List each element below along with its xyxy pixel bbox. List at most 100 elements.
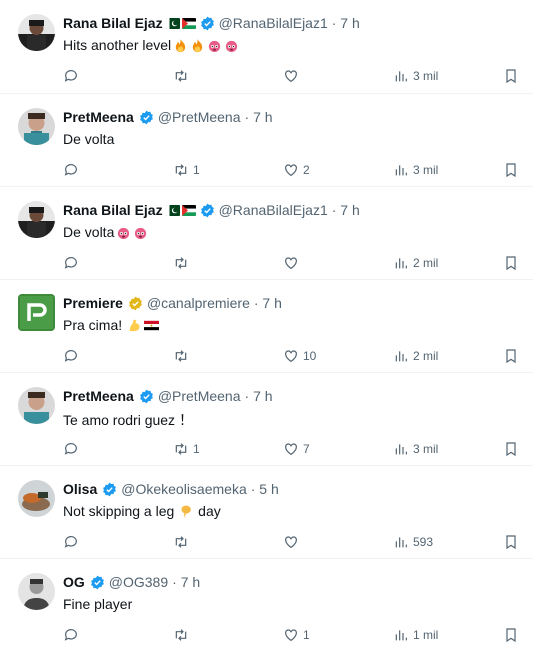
avatar[interactable] [18,201,55,238]
tweet-time[interactable]: · 7 h [254,295,282,311]
tweet-actions: 593 [63,532,519,552]
tweet-text: Hits another level [63,37,239,53]
views-button[interactable]: 2 mil [393,253,438,273]
author-handle[interactable]: @PretMeena [158,109,241,125]
views-button[interactable]: 3 mil [393,160,438,180]
avatar[interactable] [18,480,55,517]
like-button[interactable]: 1 [283,625,310,645]
reply-button[interactable] [63,625,83,645]
verified-badge-icon [139,389,153,403]
author-name[interactable]: Rana Bilal Ejaz [63,15,163,31]
tweet-time[interactable]: · 7 h [245,109,273,125]
tweet[interactable]: Rana Bilal Ejaz @RanaBilalEjaz1 · 7 h Hi… [0,0,533,94]
author-name[interactable]: Olisa [63,481,97,497]
reply-button[interactable] [63,346,83,366]
author-handle[interactable]: @Okekeolisaemeka [121,481,247,497]
like-button[interactable]: 7 [283,439,310,459]
tweet-time[interactable]: · 7 h [332,202,360,218]
tweet[interactable]: PretMeena @PretMeena · 7 h De volta 1 2 … [0,94,533,187]
reply-icon [64,70,77,82]
author-handle[interactable]: @canalpremiere [147,295,250,311]
avatar[interactable] [18,14,55,51]
like-count: 10 [303,349,317,363]
bookmark-button[interactable] [503,532,519,552]
tweet[interactable]: PretMeena @PretMeena · 7 h Te amo rodri … [0,373,533,466]
views-chart-icon [395,351,407,362]
like-button[interactable] [283,532,303,552]
author-name[interactable]: Premiere [63,295,123,311]
tweet-text: Pra cima! [63,317,160,333]
retweet-count: 1 [193,163,200,177]
views-button[interactable]: 3 mil [393,439,438,459]
pakistan-flag [165,204,180,216]
tweet-time[interactable]: · 7 h [172,574,200,590]
like-button[interactable] [283,253,303,273]
views-button[interactable]: 2 mil [393,346,438,366]
tweet-actions: 3 mil [63,66,519,86]
bookmark-button[interactable] [503,625,519,645]
tweet-header: PretMeena @PretMeena · 7 h [63,386,523,406]
bookmark-button[interactable] [503,160,519,180]
retweet-button[interactable] [173,66,193,86]
tweet[interactable]: Premiere @canalpremiere · 7 h Pra cima! … [0,280,533,373]
retweet-button[interactable] [173,532,193,552]
tweet[interactable]: Olisa @Okekeolisaemeka · 5 h Not skippin… [0,466,533,559]
author-name[interactable]: OG [63,574,85,590]
retweet-button[interactable]: 1 [173,160,200,180]
author-handle[interactable]: @RanaBilalEjaz1 [219,15,328,31]
bookmark-button[interactable] [503,66,519,86]
tweet-text: Fine player [63,596,132,612]
bookmark-button[interactable] [503,346,519,366]
exploding-head-emoji [226,40,238,52]
tweet-text-content: De volta [63,131,115,147]
retweet-icon [175,629,187,641]
retweet-button[interactable]: 1 [173,439,200,459]
views-button[interactable]: 1 mil [393,625,438,645]
tweet-header: Olisa @Okekeolisaemeka · 5 h [63,479,523,499]
author-name[interactable]: PretMeena [63,109,134,125]
reply-button[interactable] [63,532,83,552]
author-name[interactable]: Rana Bilal Ejaz [63,202,163,218]
author-name[interactable]: PretMeena [63,388,134,404]
reply-button[interactable] [63,160,83,180]
avatar[interactable] [18,387,55,424]
tweet[interactable]: Rana Bilal Ejaz @RanaBilalEjaz1 · 7 h De… [0,187,533,280]
author-handle[interactable]: @OG389 [109,574,168,590]
tweet[interactable]: OG @OG389 · 7 h Fine player 1 1 mil [0,559,533,652]
tweet-header: Premiere @canalpremiere · 7 h [63,293,523,313]
reply-button[interactable] [63,439,83,459]
like-button[interactable]: 2 [283,160,310,180]
bookmark-button[interactable] [503,253,519,273]
author-handle[interactable]: @PretMeena [158,388,241,404]
tweet-time[interactable]: · 5 h [251,481,279,497]
views-button[interactable]: 593 [393,532,433,552]
avatar[interactable] [18,294,55,331]
retweet-button[interactable] [173,625,193,645]
avatar[interactable] [18,108,55,145]
fire-emoji [192,38,203,52]
exploding-head-emoji [135,227,147,239]
tweet-text: De volta [63,131,114,147]
bookmark-icon [506,349,516,364]
views-button[interactable]: 3 mil [393,66,438,86]
heart-icon [285,70,297,83]
like-button[interactable] [283,66,303,86]
views-count: 2 mil [413,256,439,270]
tweet-time[interactable]: · 7 h [245,388,273,404]
avatar[interactable] [18,573,55,610]
reply-icon [64,443,77,455]
reply-button[interactable] [63,253,83,273]
like-button[interactable]: 10 [283,346,316,366]
retweet-button[interactable] [173,253,193,273]
tweet-time[interactable]: · 7 h [332,15,360,31]
tweet-text-content: Hits another level [63,37,172,53]
author-handle[interactable]: @RanaBilalEjaz1 [219,202,328,218]
retweet-count: 1 [193,442,200,456]
reply-button[interactable] [63,66,83,86]
retweet-icon [175,350,187,362]
views-count: 1 mil [413,628,439,642]
tweet-header: PretMeena @PretMeena · 7 h [63,107,523,127]
tweet-actions: 10 2 mil [63,346,519,366]
retweet-button[interactable] [173,346,193,366]
bookmark-button[interactable] [503,439,519,459]
